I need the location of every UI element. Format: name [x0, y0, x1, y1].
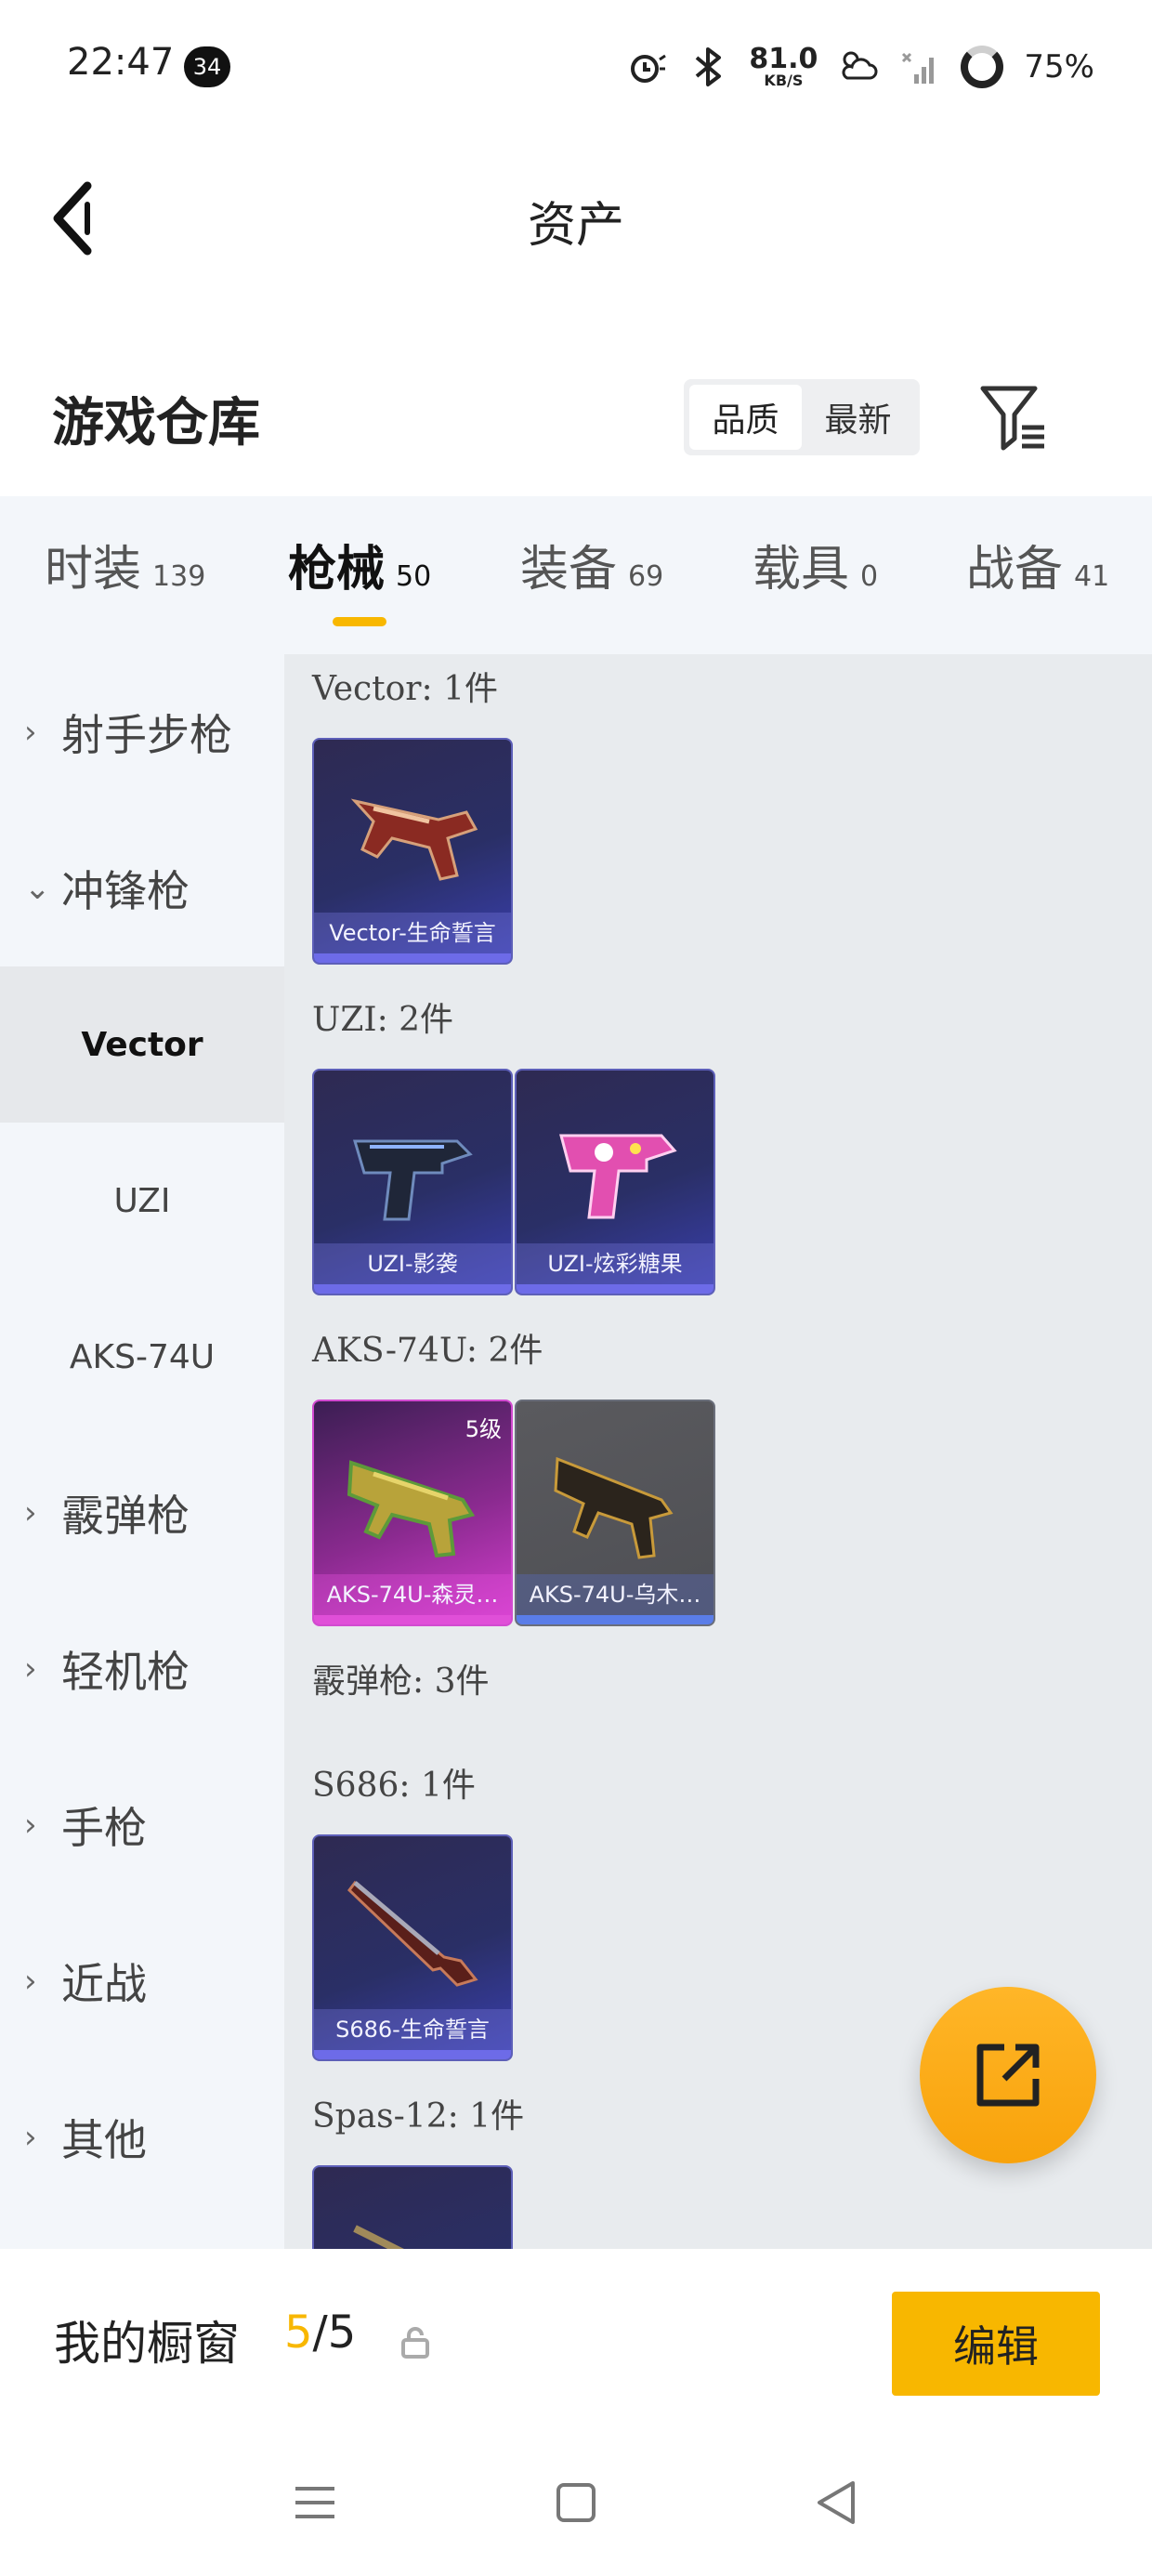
battery-percent: 75% — [1024, 48, 1094, 85]
share-external-icon — [976, 2044, 1040, 2107]
card-rarity-strip — [517, 1615, 713, 1624]
tab-fashion[interactable]: 时装 139 — [45, 530, 205, 613]
back-nav-icon[interactable] — [805, 2470, 870, 2535]
uzi-candy-skin-icon — [559, 1134, 677, 1219]
status-time: 22:47 — [67, 41, 175, 84]
weapon-card-caption: UZI-炫彩糖果 — [517, 1243, 713, 1284]
weapon-card-caption: UZI-影袭 — [314, 1243, 511, 1284]
active-tab-indicator — [333, 617, 386, 626]
vector-skin-icon — [350, 798, 478, 881]
alarm-icon — [631, 54, 667, 83]
section-label-s686: S686: 1件 — [312, 1767, 476, 1805]
chevron-right-icon: › — [24, 1963, 37, 2000]
card-rarity-strip — [517, 1284, 713, 1294]
aks74u-skin-icon — [347, 1460, 476, 1558]
weapon-card-uzi-1[interactable]: UZI-影袭 — [312, 1069, 513, 1295]
home-icon[interactable] — [543, 2470, 609, 2535]
spas12-skin-icon — [353, 2225, 404, 2249]
system-nav-bar — [0, 2425, 1152, 2576]
card-rarity-strip — [314, 953, 511, 963]
sort-toggle: 品质 最新 — [684, 379, 920, 455]
chevron-right-icon: › — [24, 1807, 37, 1844]
sidebar-item-melee[interactable]: › 近战 — [0, 1903, 284, 2059]
showcase-count: 5/5 — [284, 2307, 357, 2359]
signal-icon — [902, 52, 935, 84]
chevron-right-icon: › — [24, 1494, 37, 1531]
weapon-card-caption: Vector-生命誓言 — [314, 913, 511, 953]
weapon-card-caption: AKS-74U-森灵… — [314, 1574, 511, 1615]
weather-icon — [842, 51, 878, 80]
weapon-card-caption: AKS-74U-乌木… — [517, 1574, 713, 1615]
sidebar-item-smg[interactable]: ⌄ 冲锋枪 — [0, 810, 284, 966]
tab-combat-supplies[interactable]: 战备 41 — [966, 530, 1109, 613]
card-rarity-strip — [314, 1615, 511, 1624]
s686-skin-icon — [347, 1880, 478, 1987]
filter-icon[interactable] — [979, 383, 1050, 453]
net-speed: 81.0 KB/S — [749, 43, 818, 89]
showcase-bar: 我的橱窗 5/5 编辑 — [0, 2249, 1152, 2425]
chevron-right-icon: › — [24, 1650, 37, 1688]
weapon-card-spas12[interactable] — [312, 2165, 513, 2249]
sidebar-item-marksman-rifle[interactable]: › 射手步枪 — [0, 654, 284, 810]
sort-quality-button[interactable]: 品质 — [689, 385, 802, 450]
chevron-down-icon: ⌄ — [24, 870, 51, 907]
weapon-card-caption: S686-生命誓言 — [314, 2009, 511, 2050]
edit-button[interactable]: 编辑 — [892, 2292, 1100, 2396]
sort-newest-button[interactable]: 最新 — [802, 385, 914, 450]
share-fab[interactable] — [920, 1987, 1096, 2163]
sidebar-item-lmg[interactable]: › 轻机枪 — [0, 1591, 284, 1747]
section-label-vector: Vector: 1件 — [312, 670, 498, 708]
aks74u-ebony-skin-icon — [554, 1456, 674, 1559]
status-bar: 22:47 34 81.0 KB/S 75% — [0, 0, 1152, 139]
bluetooth-icon — [696, 47, 722, 86]
battery-icon — [961, 46, 1004, 88]
weapon-card-aks74u-1[interactable]: 5级 AKS-74U-森灵… — [312, 1400, 513, 1626]
chevron-right-icon: › — [24, 714, 37, 751]
sidebar-item-shotgun[interactable]: › 霰弹枪 — [0, 1435, 284, 1591]
sidebar-item-other[interactable]: › 其他 — [0, 2059, 284, 2215]
section-label-aks74u: AKS-74U: 2件 — [312, 1332, 543, 1370]
weapon-card-aks74u-2[interactable]: AKS-74U-乌木… — [515, 1400, 715, 1626]
category-tabs: 时装 139 枪械 50 装备 69 载具 0 战备 41 — [0, 496, 1152, 654]
page-title: 资产 — [527, 198, 624, 254]
card-rarity-strip — [314, 2050, 511, 2059]
tab-vehicles[interactable]: 载具 0 — [753, 530, 878, 613]
menu-icon[interactable] — [282, 2470, 347, 2535]
showcase-label: 我的橱窗 — [54, 2317, 240, 2371]
status-icons: 81.0 KB/S 75% — [626, 37, 1094, 97]
tab-firearms[interactable]: 枪械 50 — [288, 530, 431, 613]
lock-icon — [401, 2327, 429, 2359]
section-label-uzi: UZI: 2件 — [312, 1001, 454, 1039]
sidebar-sub-uzi[interactable]: UZI — [0, 1123, 284, 1279]
sidebar-item-pistol[interactable]: › 手枪 — [0, 1747, 284, 1903]
weapon-card-vector[interactable]: Vector-生命誓言 — [312, 738, 513, 965]
section-label-spas12: Spas-12: 1件 — [312, 2097, 525, 2136]
section-label-shotgun: 霰弹枪: 3件 — [312, 1663, 490, 1701]
weapon-category-sidebar: › 射手步枪 ⌄ 冲锋枪 Vector UZI AKS-74U › 霰弹枪 › … — [0, 654, 284, 2249]
weapon-card-s686[interactable]: S686-生命誓言 — [312, 1834, 513, 2061]
card-rarity-strip — [314, 1284, 511, 1294]
sidebar-sub-aks74u[interactable]: AKS-74U — [0, 1279, 284, 1435]
warehouse-title: 游戏仓库 — [52, 392, 260, 453]
tab-equipment[interactable]: 装备 69 — [520, 530, 663, 613]
chevron-right-icon: › — [24, 2119, 37, 2156]
notification-badge: 34 — [184, 46, 230, 87]
sidebar-sub-vector[interactable]: Vector — [0, 966, 284, 1123]
uzi-skin-icon — [352, 1139, 473, 1221]
weapon-card-uzi-2[interactable]: UZI-炫彩糖果 — [515, 1069, 715, 1295]
